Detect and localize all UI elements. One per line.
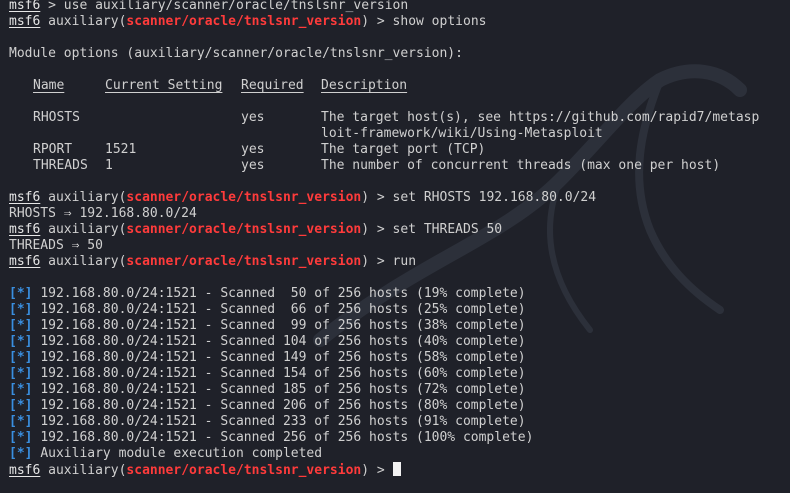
scan-line: [*] 192.168.80.0/24:1521 - Scanned 154 o… (9, 366, 790, 382)
options-table-header: Name Current Setting Required Descriptio… (33, 78, 759, 94)
status-marker: [*] (9, 302, 33, 317)
option-name: THREADS (33, 158, 88, 173)
scan-text: 192.168.80.0/24:1521 - Scanned 154 of 25… (40, 366, 526, 381)
option-description: The target host(s), see https://github.c… (321, 110, 760, 125)
command-text: show options (392, 14, 487, 29)
line-show-options: msf6 auxiliary(scanner/oracle/tnslsnr_ve… (9, 14, 790, 30)
module-name: scanner/oracle/tnslsnr_version (126, 14, 362, 29)
module-name: scanner/oracle/tnslsnr_version (126, 463, 362, 478)
status-marker: [*] (9, 334, 33, 349)
active-prompt-line[interactable]: msf6 auxiliary(scanner/oracle/tnslsnr_ve… (9, 462, 790, 478)
scan-text: 192.168.80.0/24:1521 - Scanned 50 of 256… (40, 286, 526, 301)
table-row: RPORT 1521 yes The target port (TCP) (33, 142, 759, 158)
scan-text: 192.168.80.0/24:1521 - Scanned 185 of 25… (40, 382, 526, 397)
module-options-title: Module options (auxiliary/scanner/oracle… (9, 46, 463, 61)
status-marker: [*] (9, 286, 33, 301)
scan-line: [*] 192.168.80.0/24:1521 - Scanned 99 of… (9, 318, 790, 334)
scan-text: 192.168.80.0/24:1521 - Scanned 233 of 25… (40, 414, 526, 429)
prompt-label: msf6 (9, 222, 41, 237)
scan-line: [*] 192.168.80.0/24:1521 - Scanned 66 of… (9, 302, 790, 318)
module-name: scanner/oracle/tnslsnr_version (126, 222, 362, 237)
option-required: yes (241, 142, 265, 157)
status-marker: [*] (9, 366, 33, 381)
status-marker: [*] (9, 382, 33, 397)
prompt-label: msf6 (9, 463, 41, 478)
option-name: RHOSTS (33, 110, 80, 125)
header-required: Required (241, 78, 304, 93)
line-set-rhosts: msf6 auxiliary(scanner/oracle/tnslsnr_ve… (9, 190, 790, 206)
status-marker: [*] (9, 414, 33, 429)
completed-text: Auxiliary module execution completed (40, 446, 323, 461)
option-setting: 1 (105, 158, 113, 173)
option-description: The number of concurrent threads (max on… (321, 158, 721, 173)
line-run: msf6 auxiliary(scanner/oracle/tnslsnr_ve… (9, 254, 790, 270)
scan-line: [*] 192.168.80.0/24:1521 - Scanned 50 of… (9, 286, 790, 302)
line-set-threads: msf6 auxiliary(scanner/oracle/tnslsnr_ve… (9, 222, 790, 238)
scan-text: 192.168.80.0/24:1521 - Scanned 206 of 25… (40, 398, 526, 413)
scan-text: 192.168.80.0/24:1521 - Scanned 256 of 25… (40, 430, 534, 445)
status-marker: [*] (9, 318, 33, 333)
scan-text: 192.168.80.0/24:1521 - Scanned 66 of 256… (40, 302, 526, 317)
module-suffix: ) > (361, 14, 393, 29)
table-row: THREADS 1 yes The number of concurrent t… (33, 158, 759, 174)
table-row-continuation: loit-framework/wiki/Using-Metasploit (33, 126, 759, 142)
module-name: scanner/oracle/tnslsnr_version (126, 254, 362, 269)
option-name: RPORT (33, 142, 73, 157)
scan-text: 192.168.80.0/24:1521 - Scanned 104 of 25… (40, 334, 526, 349)
option-setting: 1521 (105, 142, 137, 157)
header-description: Description (321, 78, 408, 93)
option-required: yes (241, 158, 265, 173)
scan-line: [*] 192.168.80.0/24:1521 - Scanned 104 o… (9, 334, 790, 350)
command-text: set THREADS 50 (392, 222, 503, 237)
header-current-setting: Current Setting (105, 78, 223, 93)
scan-text: 192.168.80.0/24:1521 - Scanned 99 of 256… (40, 318, 526, 333)
status-marker: [*] (9, 446, 33, 461)
module-prefix: auxiliary( (48, 463, 127, 478)
command-text: set RHOSTS 192.168.80.0/24 (392, 190, 597, 205)
scan-line: [*] 192.168.80.0/24:1521 - Scanned 206 o… (9, 398, 790, 414)
text-cursor[interactable] (392, 462, 401, 476)
module-suffix: ) > (361, 222, 393, 237)
module-prefix: auxiliary( (48, 254, 127, 269)
scan-line: [*] 192.168.80.0/24:1521 - Scanned 233 o… (9, 414, 790, 430)
scan-line: [*] 192.168.80.0/24:1521 - Scanned 185 o… (9, 382, 790, 398)
option-description-cont: loit-framework/wiki/Using-Metasploit (321, 126, 603, 141)
status-marker: [*] (9, 350, 33, 365)
threads-echo: THREADS ⇒ 50 (9, 238, 103, 253)
module-suffix: ) > (361, 463, 393, 478)
prompt-label: msf6 (9, 0, 41, 13)
line-use-command: msf6 > use auxiliary/scanner/oracle/tnsl… (9, 0, 409, 13)
module-prefix: auxiliary( (48, 190, 127, 205)
table-row: RHOSTS yes The target host(s), see https… (33, 110, 759, 126)
module-suffix: ) > (361, 254, 393, 269)
completed-line: [*] Auxiliary module execution completed (9, 446, 790, 462)
prompt-label: msf6 (9, 190, 41, 205)
module-prefix: auxiliary( (48, 222, 127, 237)
module-suffix: ) > (361, 190, 393, 205)
header-name: Name (33, 78, 65, 93)
option-description: The target port (TCP) (321, 142, 486, 157)
command-text: run (392, 254, 417, 269)
command-text: use auxiliary/scanner/oracle/tnslsnr_ver… (63, 0, 409, 13)
option-setting (105, 110, 241, 126)
terminal-window[interactable]: msf6 > use auxiliary/scanner/oracle/tnsl… (0, 0, 790, 493)
prompt-label: msf6 (9, 14, 41, 29)
options-table: Name Current Setting Required Descriptio… (33, 78, 759, 174)
terminal-output: msf6 > use auxiliary/scanner/oracle/tnsl… (9, 0, 790, 478)
status-marker: [*] (9, 430, 33, 445)
prompt-label: msf6 (9, 254, 41, 269)
rhosts-echo: RHOSTS ⇒ 192.168.80.0/24 (9, 206, 197, 221)
scan-line: [*] 192.168.80.0/24:1521 - Scanned 149 o… (9, 350, 790, 366)
module-name: scanner/oracle/tnslsnr_version (126, 190, 362, 205)
scan-line: [*] 192.168.80.0/24:1521 - Scanned 256 o… (9, 430, 790, 446)
status-marker: [*] (9, 398, 33, 413)
scan-text: 192.168.80.0/24:1521 - Scanned 149 of 25… (40, 350, 526, 365)
module-prefix: auxiliary( (48, 14, 127, 29)
option-required: yes (241, 110, 265, 125)
